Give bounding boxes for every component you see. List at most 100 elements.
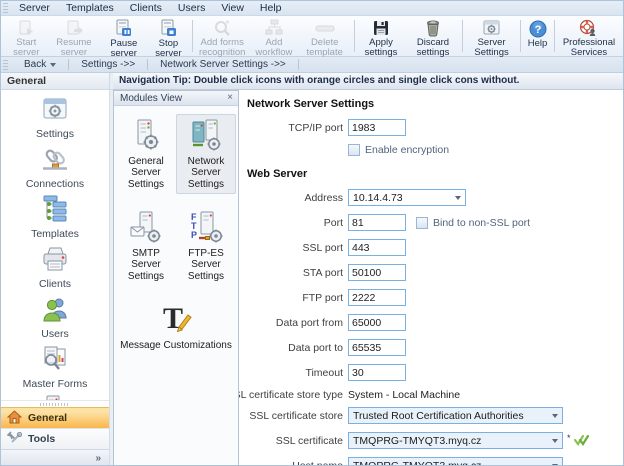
server-settings-button[interactable]: Server Settings	[465, 17, 518, 55]
toolbar-separator	[354, 20, 355, 52]
data-port-to-label: Data port to	[247, 342, 343, 354]
host-name-combobox[interactable]: TMQPRG-TMYQT3.myq.cz	[348, 457, 563, 466]
server-settings-icon	[482, 19, 501, 37]
modules-view-header: Modules View ×	[114, 91, 238, 106]
ssl-certificate-label: SSL certificate	[247, 435, 343, 447]
resume-server-icon	[65, 19, 83, 37]
sidebar-item-connections[interactable]: Connections	[1, 144, 109, 190]
sta-port-input[interactable]	[348, 264, 406, 281]
back-button[interactable]: Back	[12, 57, 68, 72]
module-smtp-server-settings[interactable]: SMTP Server Settings	[116, 206, 176, 286]
professional-services-button[interactable]: Professional Services	[557, 17, 621, 55]
resume-server-button: Resume server	[48, 17, 101, 55]
menu-item-server[interactable]: Server	[11, 1, 58, 15]
sidebar-item-master-forms[interactable]: Master Forms	[1, 344, 109, 390]
apply-settings-button[interactable]: Apply settings	[356, 17, 405, 55]
stop-server-icon	[159, 19, 178, 38]
add-forms-recognition-button: Add forms recognition	[194, 17, 250, 55]
data-port-from-label: Data port from	[247, 317, 343, 329]
discard-settings-button[interactable]: Discard settings	[406, 17, 461, 55]
breadcrumb-grip[interactable]	[3, 60, 8, 70]
sidebar-item-clients[interactable]: Clients	[1, 244, 109, 290]
module-message-customizations[interactable]: T Message Customizations	[116, 298, 236, 355]
ftp-port-input[interactable]	[348, 289, 406, 306]
chevron-collapse-icon[interactable]: »	[95, 453, 101, 464]
address-combobox[interactable]: 10.14.4.73	[348, 189, 466, 206]
smtp-server-icon	[129, 210, 163, 248]
menu-item-clients[interactable]: Clients	[122, 1, 170, 15]
breadcrumb-settings[interactable]: Settings ->>	[69, 57, 147, 72]
pause-server-button[interactable]: Pause server	[100, 17, 147, 55]
breadcrumb-network-server-settings[interactable]: Network Server Settings ->>	[148, 57, 298, 72]
bind-non-ssl-checkbox[interactable]	[416, 217, 428, 229]
help-button[interactable]: ? Help	[523, 17, 553, 55]
store-type-label: SSL certificate store type	[239, 389, 343, 401]
address-label: Address	[247, 192, 343, 204]
module-ftp-es-server-settings[interactable]: FTP FTP-ES Server Settings	[176, 206, 236, 286]
enable-encryption-checkbox[interactable]	[348, 144, 360, 156]
left-sidebar: Settings Connections Templates	[1, 90, 110, 466]
modules-view-panel: Modules View × General Server Settings N…	[113, 90, 239, 466]
ftp-port-label: FTP port	[247, 292, 343, 304]
enable-encryption-label: Enable encryption	[365, 144, 449, 156]
ftp-es-server-icon: FTP	[189, 210, 223, 248]
apply-settings-icon	[372, 19, 390, 37]
ssl-certificate-combobox[interactable]: TMQPRG-TMYQT3.myq.cz	[348, 432, 563, 449]
timeout-input[interactable]	[348, 364, 406, 381]
stop-server-button[interactable]: Stop server	[147, 17, 189, 55]
module-network-server-settings[interactable]: Network Server Settings	[176, 114, 236, 194]
toolbar-separator	[554, 20, 555, 52]
delete-template-icon	[314, 19, 336, 37]
ssl-certificate-store-combobox[interactable]: Trusted Root Certification Authorities	[348, 407, 563, 424]
master-forms-icon	[40, 344, 70, 377]
timeout-label: Timeout	[247, 367, 343, 379]
svg-text:P: P	[191, 230, 197, 240]
nav-general[interactable]: General	[1, 407, 109, 428]
module-general-server-settings[interactable]: General Server Settings	[116, 114, 176, 194]
back-dropdown-icon	[50, 63, 56, 67]
pane-resize-grip[interactable]	[1, 400, 109, 407]
pause-server-icon	[114, 19, 133, 38]
chevron-down-icon[interactable]	[548, 433, 562, 448]
add-workflow-icon	[265, 19, 283, 37]
sidebar-item-templates[interactable]: Templates	[1, 194, 109, 240]
menu-item-users[interactable]: Users	[170, 1, 213, 15]
templates-icon	[40, 194, 70, 227]
nav-pane-options: »	[1, 449, 109, 466]
port-input[interactable]	[348, 214, 406, 231]
menu-item-help[interactable]: Help	[252, 1, 290, 15]
message-customizations-icon: T	[159, 302, 193, 340]
sidebar-item-settings[interactable]: Settings	[1, 94, 109, 140]
chevron-down-icon[interactable]	[548, 458, 562, 466]
cert-store-label: SSL certificate store	[243, 410, 343, 422]
data-port-to-input[interactable]	[348, 339, 406, 356]
start-server-icon	[17, 19, 35, 37]
menu-item-view[interactable]: View	[213, 1, 252, 15]
home-icon	[7, 410, 22, 427]
host-name-label: Host name	[247, 460, 343, 466]
toolbar-separator	[192, 20, 193, 52]
port-label: Port	[247, 217, 343, 229]
chevron-down-icon[interactable]	[548, 408, 562, 423]
sidebar-item-users[interactable]: Users	[1, 294, 109, 340]
toolbar: Start server Resume server Pause server …	[1, 16, 623, 57]
close-icon[interactable]: ×	[227, 93, 233, 103]
ssl-port-input[interactable]	[348, 239, 406, 256]
settings-icon	[40, 94, 70, 127]
general-server-icon	[129, 118, 163, 156]
chevron-down-icon[interactable]	[451, 190, 465, 205]
tcp-port-input[interactable]	[348, 119, 406, 136]
sta-port-label: STA port	[247, 267, 343, 279]
data-port-from-input[interactable]	[348, 314, 406, 331]
left-panel-header: General	[1, 73, 110, 90]
svg-text:?: ?	[534, 24, 541, 36]
navigation-tip: Navigation Tip: Double click icons with …	[113, 73, 623, 90]
nav-tools[interactable]: Tools	[1, 428, 109, 449]
toolbar-separator	[462, 20, 463, 52]
add-workflow-button: Add workflow	[250, 17, 297, 55]
tcp-port-label: TCP/IP port	[247, 122, 343, 134]
menu-item-templates[interactable]: Templates	[58, 1, 122, 15]
app-window: Server Templates Clients Users View Help…	[0, 0, 624, 466]
bind-non-ssl-label: Bind to non-SSL port	[433, 217, 530, 229]
menu-grip[interactable]	[3, 3, 8, 14]
